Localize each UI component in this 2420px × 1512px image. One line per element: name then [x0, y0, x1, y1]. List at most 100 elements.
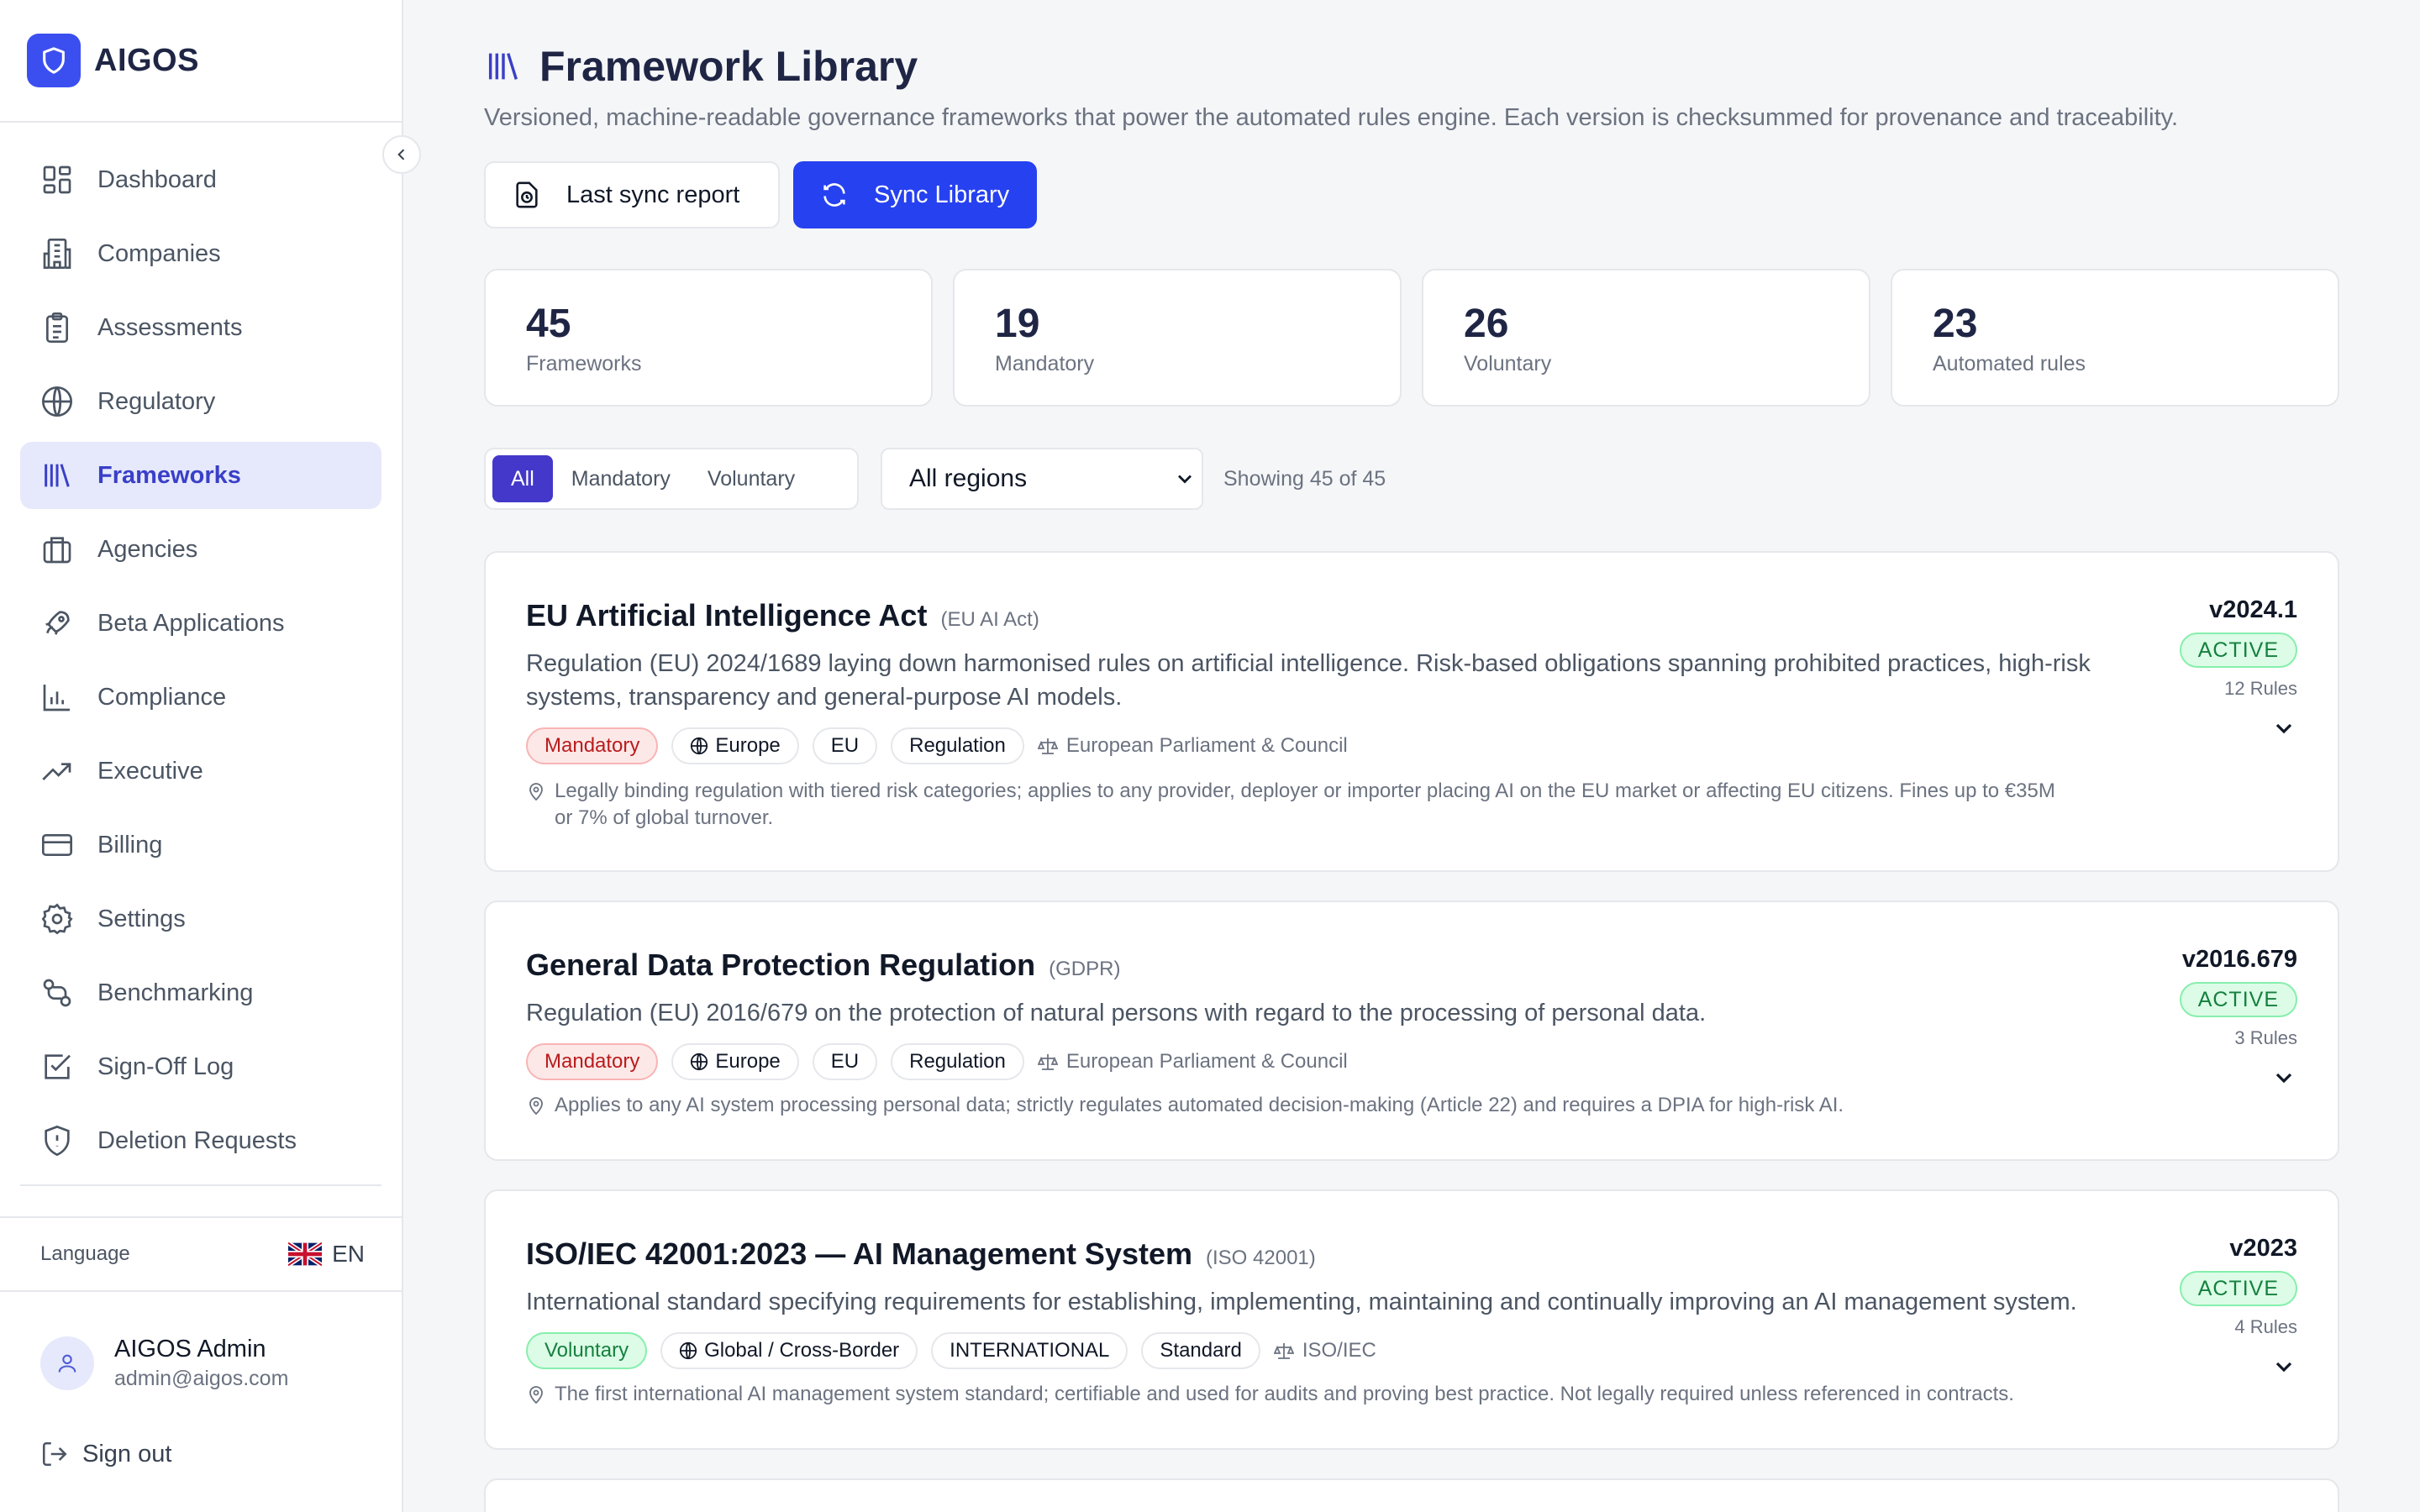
framework-note: Applies to any AI system processing pers…	[526, 1092, 2173, 1119]
sidebar-item-sign-off-log[interactable]: Sign-Off Log	[20, 1033, 381, 1100]
sidebar-item-compliance[interactable]: Compliance	[20, 664, 381, 731]
file-clock-icon	[516, 181, 538, 208]
stat-label: Frameworks	[526, 352, 642, 375]
kind-tag: Regulation	[891, 727, 1024, 764]
brand[interactable]: AIGOS	[0, 0, 402, 123]
stat-value: 45	[526, 302, 571, 346]
region-select[interactable]: All regions	[881, 448, 1203, 510]
page-header: Framework Library	[484, 42, 918, 91]
jurisdiction-tag: EU	[812, 1043, 878, 1080]
last-sync-report-button[interactable]: Last sync report	[484, 161, 780, 228]
framework-description-line: Regulation (EU) 2024/1689 laying down ha…	[526, 650, 2091, 677]
tab-all[interactable]: All	[492, 455, 553, 502]
user-name: AIGOS Admin	[114, 1336, 266, 1362]
framework-card[interactable]: General Data Protection Regulation (GDPR…	[484, 900, 2339, 1161]
sidebar-item-regulatory[interactable]: Regulatory	[20, 368, 381, 435]
results-count: Showing 45 of 45	[1223, 466, 1386, 491]
user-profile[interactable]: AIGOS Admin admin@aigos.com	[40, 1336, 288, 1391]
framework-abbr: (EU AI Act)	[940, 608, 1039, 631]
framework-description-line: International standard specifying requir…	[526, 1289, 2077, 1315]
filter-bar: All Mandatory Voluntary All regions Show…	[484, 448, 1386, 510]
bar-chart-icon	[43, 685, 70, 711]
sidebar-item-dashboard[interactable]: Dashboard	[20, 146, 381, 213]
check-square-icon	[45, 1054, 71, 1079]
user-icon	[58, 1354, 76, 1373]
collapse-sidebar-button[interactable]	[382, 135, 421, 174]
sidebar-divider	[20, 1184, 381, 1186]
jurisdiction-tag: EU	[812, 727, 878, 764]
framework-card[interactable]: EU Artificial Intelligence Act (EU AI Ac…	[484, 551, 2339, 872]
map-pin-icon	[529, 1097, 543, 1116]
sidebar-item-companies[interactable]: Companies	[20, 220, 381, 287]
user-text: AIGOS Admin admin@aigos.com	[114, 1336, 288, 1391]
scale-icon	[1037, 738, 1058, 754]
tab-voluntary[interactable]: Voluntary	[689, 455, 813, 502]
globe-icon	[42, 386, 72, 417]
framework-title: EU Artificial Intelligence Act	[526, 598, 928, 633]
sidebar-item-deletion-requests[interactable]: Deletion Requests	[20, 1107, 381, 1174]
rules-count: 3 Rules	[2234, 1027, 2297, 1048]
framework-description: Regulation (EU) 2016/679 on the protecti…	[526, 996, 2173, 1030]
authority: European Parliament & Council	[1037, 734, 1348, 758]
type-badge: Voluntary	[526, 1332, 648, 1369]
sidebar-item-benchmarking[interactable]: Benchmarking	[20, 959, 381, 1026]
sidebar-item-frameworks[interactable]: Frameworks	[20, 442, 381, 509]
kind-tag: Regulation	[891, 1043, 1024, 1080]
scale-icon	[1273, 1343, 1294, 1359]
framework-meta: v2023 ACTIVE 4 Rules	[2179, 1235, 2297, 1380]
git-compare-icon	[43, 979, 71, 1007]
type-badge: Mandatory	[526, 727, 659, 764]
version-label: v2024.1	[2209, 596, 2297, 623]
region-tag: Global / Cross-Border	[660, 1332, 918, 1369]
type-filter-tabs: All Mandatory Voluntary	[484, 448, 859, 510]
framework-description: International standard specifying requir…	[526, 1285, 2173, 1319]
framework-description: Regulation (EU) 2024/1689 laying down ha…	[526, 647, 2173, 714]
sync-library-button[interactable]: Sync Library	[793, 161, 1037, 228]
gear-icon	[41, 903, 73, 935]
sidebar-item-executive[interactable]: Executive	[20, 738, 381, 805]
language-label: Language	[40, 1242, 130, 1265]
kind-tag: Standard	[1141, 1332, 1260, 1369]
sign-out-button[interactable]: Sign out	[40, 1440, 171, 1468]
framework-title-row: EU Artificial Intelligence Act (EU AI Ac…	[526, 598, 1039, 633]
sidebar-item-label: Executive	[97, 757, 203, 785]
framework-card[interactable]: ISO/IEC 42001:2023 — AI Management Syste…	[484, 1189, 2339, 1450]
stat-card-frameworks: 45 Frameworks	[484, 269, 933, 407]
avatar	[40, 1336, 94, 1390]
globe-icon	[691, 1053, 708, 1071]
sidebar-item-label: Companies	[97, 239, 221, 267]
building-icon	[43, 239, 71, 269]
sidebar-item-beta-applications[interactable]: Beta Applications	[20, 590, 381, 657]
framework-card[interactable]	[484, 1478, 2339, 1512]
expand-chevron-icon[interactable]	[2270, 1064, 2297, 1091]
sidebar-item-label: Billing	[97, 831, 163, 858]
tab-mandatory[interactable]: Mandatory	[553, 455, 689, 502]
region-tag-label: Europe	[715, 1050, 781, 1073]
framework-tags: Mandatory Europe EU Regulation European …	[526, 1043, 1348, 1080]
status-badge: ACTIVE	[2179, 633, 2297, 668]
framework-tags: Mandatory Europe EU Regulation European …	[526, 727, 1348, 764]
rules-count: 12 Rules	[2224, 678, 2297, 699]
sidebar-item-assessments[interactable]: Assessments	[20, 294, 381, 361]
framework-note-line: Legally binding regulation with tiered r…	[555, 780, 2055, 802]
stat-card-voluntary: 26 Voluntary	[1422, 269, 1870, 407]
status-badge: ACTIVE	[2179, 1271, 2297, 1306]
sidebar-item-settings[interactable]: Settings	[20, 885, 381, 953]
expand-chevron-icon[interactable]	[2270, 1353, 2297, 1380]
scale-icon	[1037, 1054, 1058, 1070]
status-badge: ACTIVE	[2179, 982, 2297, 1017]
page-title: Framework Library	[539, 43, 918, 90]
shield-logo-icon	[27, 34, 81, 87]
rules-count: 4 Rules	[2234, 1316, 2297, 1337]
sidebar-item-billing[interactable]: Billing	[20, 811, 381, 879]
sidebar-item-label: Benchmarking	[97, 979, 254, 1006]
stat-value: 19	[995, 302, 1040, 346]
library-icon	[488, 53, 518, 80]
header-actions: Last sync report Sync Library	[484, 161, 1037, 228]
sidebar-item-agencies[interactable]: Agencies	[20, 516, 381, 583]
expand-chevron-icon[interactable]	[2270, 715, 2297, 742]
framework-meta: v2024.1 ACTIVE 12 Rules	[2179, 596, 2297, 742]
language-selector[interactable]: Language EN	[0, 1216, 402, 1292]
type-badge: Mandatory	[526, 1043, 659, 1080]
framework-note-text: Legally binding regulation with tiered r…	[555, 778, 2055, 832]
